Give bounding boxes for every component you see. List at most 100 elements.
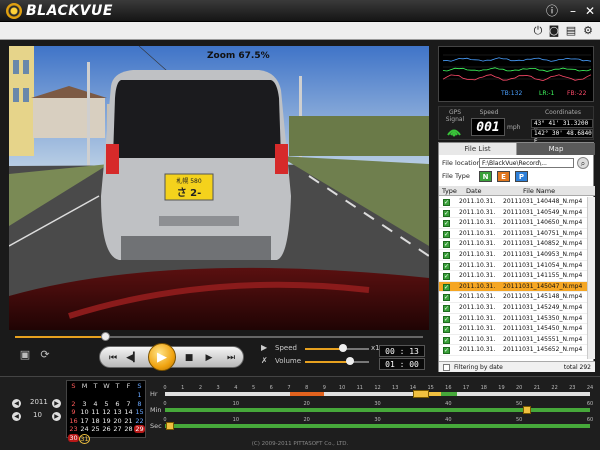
mute-icon[interactable]: ✗ (261, 356, 268, 365)
volume-thumb[interactable] (345, 357, 354, 365)
calendar-day[interactable]: 8 (134, 400, 145, 408)
calendar-day[interactable]: 24 (79, 425, 90, 433)
file-row[interactable]: ✓ 2011.10.31. 20111031_145551_N.mp4 (439, 335, 587, 346)
calendar-day[interactable]: 2 (68, 400, 79, 408)
file-row[interactable]: ✓ 2011.10.31. 20111031_145350_N.mp4 (439, 314, 587, 325)
calendar-day[interactable]: 18 (90, 417, 101, 425)
prev-month-button[interactable]: ◀ (12, 412, 21, 421)
file-date: 2011.10.31. (459, 261, 496, 269)
file-row[interactable]: ✓ 2011.10.31. 20111031_141155_N.mp4 (439, 271, 587, 282)
file-row[interactable]: ✓ 2011.10.31. 20111031_145652_N.mp4 (439, 345, 587, 356)
power-icon[interactable]: ⏻ (531, 24, 545, 38)
filter-checkbox[interactable] (443, 364, 450, 371)
sensor-trace (442, 74, 592, 82)
calendar-day[interactable]: 27 (112, 425, 123, 433)
second-tick: 50 (515, 417, 523, 423)
calendar-day[interactable]: 20 (112, 417, 123, 425)
file-type-parking-button[interactable]: P (515, 171, 528, 182)
file-row[interactable]: ✓ 2011.10.31. 20111031_140650_N.mp4 (439, 218, 587, 229)
calendar-day[interactable]: 23 (68, 425, 79, 433)
stop-icon[interactable]: ■ (182, 352, 196, 364)
step-forward-icon[interactable]: ▶ (202, 352, 216, 364)
hour-timeline[interactable] (165, 392, 590, 396)
year-value: 2011 (30, 398, 48, 406)
calendar-day[interactable]: 25 (90, 425, 101, 433)
gear-icon[interactable]: ⚙ (581, 24, 595, 38)
calendar-day[interactable]: 3 (79, 400, 90, 408)
seek-bar[interactable] (9, 332, 429, 342)
file-date: 2011.10.31. (459, 282, 496, 290)
calendar: S M T W T F S 1 2 3 4 5 6 7 8 9 10 11 12 13 14 15 16 17 18 19 20 21… (66, 380, 146, 444)
camera-icon[interactable]: ◙ (547, 24, 561, 38)
file-row[interactable]: ✓ 2011.10.31. 20111031_145148_N.mp4 (439, 292, 587, 303)
screenshot-icon[interactable]: ▣ (17, 348, 33, 362)
minute-tick: 0 (163, 401, 167, 407)
calendar-day[interactable]: 16 (68, 417, 79, 425)
calendar-day[interactable]: 22 (134, 417, 145, 425)
file-location-input[interactable]: F:\BlackVue\Record\... (479, 158, 574, 168)
next-month-button[interactable]: ▶ (52, 412, 61, 421)
calendar-day[interactable]: 14 (123, 408, 134, 416)
file-row[interactable]: ✓ 2011.10.31. 20111031_141054_N.mp4 (439, 261, 587, 272)
minimize-button[interactable]: – (566, 4, 580, 18)
calendar-day[interactable]: 4 (90, 400, 101, 408)
normal-file-icon: ✓ (443, 199, 450, 206)
rotate-icon[interactable]: ⟳ (37, 348, 53, 362)
file-type-normal-button[interactable]: N (479, 171, 492, 182)
calendar-day[interactable]: 1 (134, 391, 145, 399)
file-row[interactable]: ✓ 2011.10.31. 20111031_140953_N.mp4 (439, 250, 587, 261)
file-row[interactable]: ✓ 2011.10.31. 20111031_140751_N.mp4 (439, 229, 587, 240)
file-row[interactable]: ✓ 2011.10.31. 20111031_145249_N.mp4 (439, 303, 587, 314)
first-icon[interactable]: ⏮ (106, 352, 120, 364)
calendar-day[interactable]: 15 (134, 408, 145, 416)
calendar-day[interactable]: 29 (134, 425, 145, 434)
next-year-button[interactable]: ▶ (52, 399, 61, 408)
file-row[interactable]: ✓ 2011.10.31. 20111031_140448_N.mp4 (439, 197, 587, 208)
calendar-day[interactable]: 7 (123, 400, 134, 408)
second-timeline[interactable] (165, 424, 590, 428)
file-row[interactable]: ✓ 2011.10.31. 20111031_145047_N.mp4 (439, 281, 587, 293)
file-row[interactable]: ✓ 2011.10.31. 20111031_145450_N.mp4 (439, 324, 587, 335)
calendar-day[interactable]: 26 (101, 425, 112, 433)
last-icon[interactable]: ⏭ (224, 352, 238, 364)
calendar-day[interactable]: 21 (123, 417, 134, 425)
calendar-day[interactable]: 13 (112, 408, 123, 416)
file-list-scrollbar[interactable] (587, 197, 595, 359)
info-icon[interactable]: ⓘ (545, 4, 559, 18)
col-type[interactable]: Type (442, 187, 457, 195)
play-button[interactable]: ▶ (148, 343, 176, 371)
close-icon[interactable]: ✕ (583, 4, 597, 18)
playback-controls: ▣ ⟳ ⏮ ◀▎ ▶ ■ ▶ ⏭ ▶ Speed x1.0 ✗ Volume 0… (9, 342, 429, 372)
step-back-icon[interactable]: ◀▎ (126, 352, 140, 364)
file-date: 2011.10.31. (459, 346, 496, 354)
calendar-day[interactable]: 19 (101, 417, 112, 425)
file-row[interactable]: ✓ 2011.10.31. 20111031_140852_N.mp4 (439, 239, 587, 250)
normal-file-icon: ✓ (443, 305, 450, 312)
file-row[interactable]: ✓ 2011.10.31. 20111031_140549_N.mp4 (439, 208, 587, 219)
calendar-day[interactable]: 12 (101, 408, 112, 416)
calendar-day[interactable]: 28 (123, 425, 134, 433)
hour-tick: 17 (462, 385, 470, 391)
search-icon[interactable]: ⌕ (577, 157, 589, 169)
second-marker[interactable] (166, 422, 174, 430)
normal-file-icon: ✓ (443, 294, 450, 302)
tab-file-list[interactable]: File List (439, 143, 517, 155)
calendar-day[interactable]: 9 (68, 408, 79, 416)
col-date[interactable]: Date (466, 187, 482, 195)
minute-marker[interactable] (523, 406, 531, 414)
file-type-event-button[interactable]: E (497, 171, 510, 182)
col-file-name[interactable]: File Name (523, 187, 555, 195)
prev-year-button[interactable]: ◀ (12, 399, 21, 408)
video-player[interactable]: 札幌 580 さ 2- Zoom 67.5% (9, 46, 429, 330)
calendar-day[interactable]: 17 (79, 417, 90, 425)
speed-unit: mph (507, 124, 521, 131)
calendar-day[interactable]: 10 (79, 408, 90, 416)
printer-icon[interactable]: ▤ (564, 24, 578, 38)
tab-map[interactable]: Map (517, 143, 595, 155)
calendar-day[interactable]: 6 (112, 400, 123, 408)
calendar-day[interactable]: 11 (90, 408, 101, 416)
speed-thumb[interactable] (339, 344, 348, 352)
seek-thumb[interactable] (100, 332, 110, 341)
calendar-day[interactable]: 5 (101, 400, 112, 408)
hour-marker[interactable] (413, 390, 429, 398)
